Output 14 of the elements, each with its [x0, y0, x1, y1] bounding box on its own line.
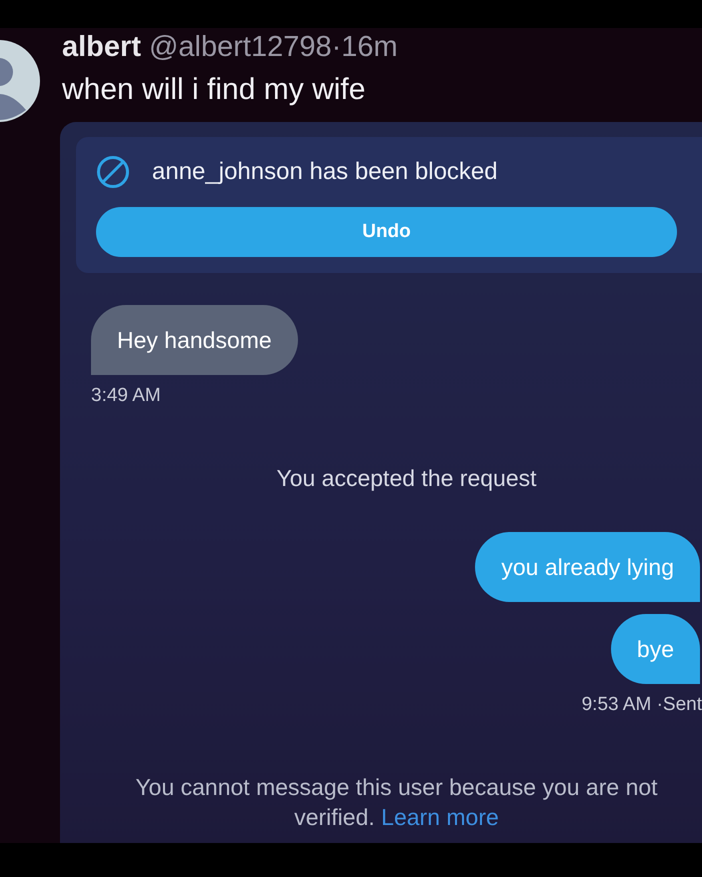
message-bubble: you already lying [475, 532, 700, 602]
post-text: when will i find my wife [62, 72, 366, 108]
message-timestamp: 9:53 AM ·Sent [582, 694, 702, 716]
author-name[interactable]: albert [62, 30, 141, 64]
message-bubble: Hey handsome [91, 305, 298, 375]
blocked-icon [96, 155, 130, 189]
blocked-text: anne_johnson has been blocked [152, 158, 498, 186]
author-handle: @albert12798·16m [148, 30, 398, 64]
undo-button[interactable]: Undo [96, 207, 677, 257]
message-timestamp: 3:49 AM [91, 385, 161, 407]
notice-text: You cannot message this user because you are not verified. Learn more [134, 773, 659, 832]
system-message: You accepted the request [276, 465, 537, 492]
message-bubble: bye [610, 614, 700, 684]
learn-more-link[interactable]: Learn more [381, 804, 499, 830]
